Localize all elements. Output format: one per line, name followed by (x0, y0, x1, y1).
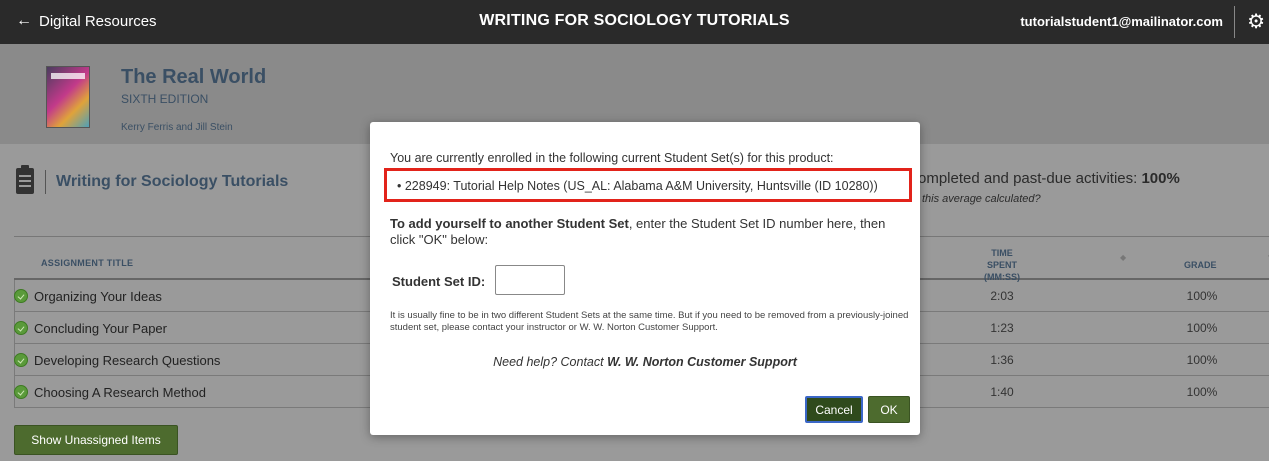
modal-help-text: Need help? Contact W. W. Norton Customer… (370, 355, 920, 369)
cancel-button[interactable]: Cancel (805, 396, 863, 423)
student-set-modal: You are currently enrolled in the follow… (370, 122, 920, 435)
complete-check-icon (14, 353, 28, 367)
assignment-link[interactable]: Organizing Your Ideas (34, 289, 162, 304)
ok-button[interactable]: OK (868, 396, 910, 423)
help-prefix: Need help? Contact (493, 355, 608, 369)
complete-check-icon (14, 385, 28, 399)
assignment-link[interactable]: Developing Research Questions (34, 353, 220, 368)
show-unassigned-items-button[interactable]: Show Unassigned Items (14, 425, 178, 455)
average-value: 100% (1141, 170, 1180, 187)
time-spent-value: 1:36 (990, 353, 1014, 367)
gears-icon[interactable]: ⚙ (1247, 9, 1265, 34)
product-authors: Kerry Ferris and Jill Stein (121, 122, 233, 133)
column-header-assignment-title[interactable]: ASSIGNMENT TITLE (41, 258, 133, 268)
section-title: Writing for Sociology Tutorials (56, 173, 289, 190)
student-set-id-label: Student Set ID: (392, 274, 486, 289)
enrolled-set-text: 228949: Tutorial Help Notes (US_AL: Alab… (404, 179, 878, 193)
book-cover-image (46, 66, 90, 128)
assignment-link[interactable]: Concluding Your Paper (34, 321, 167, 336)
complete-check-icon (14, 321, 28, 335)
average-info-link[interactable]: this average calculated? (922, 193, 1041, 205)
average-label: ompleted and past-due activities: (918, 170, 1142, 187)
clipboard-icon (16, 165, 34, 194)
grade-value: 100% (1186, 289, 1218, 303)
grade-value: 100% (1186, 353, 1218, 367)
complete-check-icon (14, 289, 28, 303)
sort-icon[interactable]: ◆ (1120, 253, 1126, 262)
column-header-grade[interactable]: GRADE (1184, 260, 1217, 270)
enrolled-set-item: • 228949: Tutorial Help Notes (US_AL: Al… (397, 179, 878, 193)
topbar-divider (1234, 6, 1235, 38)
section-divider (45, 170, 46, 194)
average-grade: ompleted and past-due activities: 100% (918, 170, 1180, 187)
top-bar: ← Digital Resources WRITING FOR SOCIOLOG… (0, 0, 1269, 44)
time-spent-label: TIME SPENT (986, 248, 1017, 270)
add-student-set-instructions: To add yourself to another Student Set, … (390, 216, 910, 248)
product-title: The Real World (121, 66, 267, 88)
modal-note: It is usually fine to be in two differen… (390, 310, 909, 333)
column-header-time-spent[interactable]: TIME SPENT (MM:SS) (979, 247, 1025, 283)
time-spent-value: 1:40 (990, 385, 1014, 399)
arrow-left-icon: ← (16, 12, 32, 29)
enrolled-set-highlight: • 228949: Tutorial Help Notes (US_AL: Al… (384, 168, 912, 202)
student-set-id-input[interactable] (495, 265, 565, 295)
user-email[interactable]: tutorialstudent1@mailinator.com (1020, 14, 1223, 29)
product-edition: SIXTH EDITION (121, 92, 209, 106)
time-spent-value: 2:03 (990, 289, 1014, 303)
customer-support-link[interactable]: W. W. Norton Customer Support (607, 355, 797, 369)
modal-intro-text: You are currently enrolled in the follow… (390, 151, 834, 165)
add-instructions-bold: To add yourself to another Student Set (390, 216, 629, 231)
grade-value: 100% (1186, 321, 1218, 335)
grade-value: 100% (1186, 385, 1218, 399)
time-spent-value: 1:23 (990, 321, 1014, 335)
assignment-link[interactable]: Choosing A Research Method (34, 385, 206, 400)
back-to-digital-resources-link[interactable]: ← Digital Resources (16, 12, 157, 30)
back-link-label: Digital Resources (39, 12, 157, 30)
